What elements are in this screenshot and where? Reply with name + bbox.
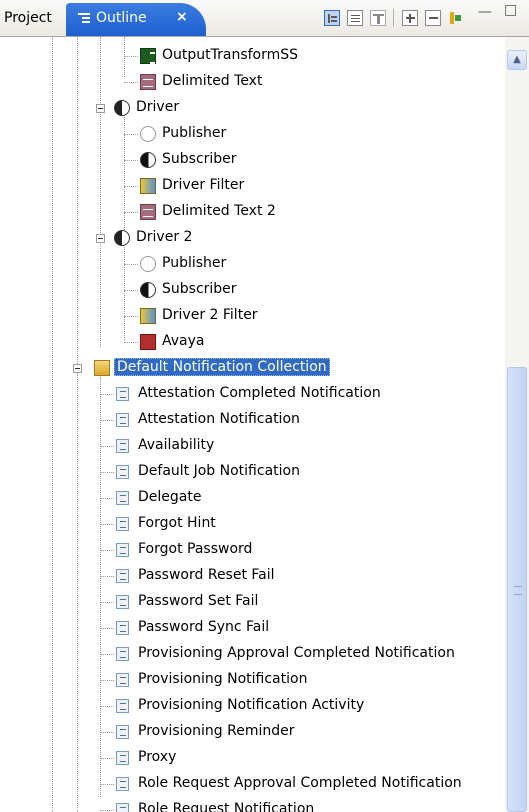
notification-template-icon: [116, 647, 129, 661]
tree-item-notification[interactable]: Password Sync Fail: [0, 615, 505, 641]
tree-item-notification[interactable]: Availability: [0, 433, 505, 459]
notification-template-icon: [116, 569, 129, 583]
tab-outline-label: Outline: [96, 10, 147, 26]
notification-template-icon: [116, 595, 129, 609]
tree-item-notification[interactable]: Provisioning Notification: [0, 667, 505, 693]
publisher-icon: [140, 126, 156, 142]
tree-item-output-transform-ss[interactable]: OutputTransformSS: [0, 43, 505, 69]
tab-outline[interactable]: Outline ×: [66, 3, 206, 36]
tree-item-notification[interactable]: Forgot Hint: [0, 511, 505, 537]
tree-item-driver-filter[interactable]: Driver Filter: [0, 173, 505, 199]
tree-item-notification[interactable]: Password Set Fail: [0, 589, 505, 615]
notification-template-icon: [116, 413, 129, 427]
sync-icon[interactable]: [447, 10, 463, 26]
tree-item-publisher[interactable]: Publisher: [0, 251, 505, 277]
collapse-all-icon[interactable]: [425, 10, 441, 26]
tree-item-notification[interactable]: Provisioning Notification Activity: [0, 693, 505, 719]
notification-template-icon: [116, 465, 129, 479]
grip-icon: [514, 586, 522, 595]
vertical-scrollbar[interactable]: ▲: [505, 37, 529, 812]
filter-icon: [140, 178, 156, 194]
tree-item-driver-2-filter[interactable]: Driver 2 Filter: [0, 303, 505, 329]
tree-item-avaya[interactable]: Avaya: [0, 329, 505, 355]
tree-item-notification[interactable]: Proxy: [0, 745, 505, 771]
stylesheet-icon: [140, 48, 156, 64]
scroll-up-button[interactable]: ▲: [507, 50, 527, 70]
notification-template-icon: [116, 387, 129, 401]
tree-item-notification[interactable]: Provisioning Approval Completed Notifica…: [0, 641, 505, 667]
subscriber-icon: [140, 282, 156, 298]
notification-template-icon: [116, 777, 129, 791]
tree-item-driver-2[interactable]: Driver 2: [0, 225, 505, 251]
notification-template-icon: [116, 725, 129, 739]
view-tab-bar: Project Outline × — □: [0, 0, 529, 37]
tree-item-notification[interactable]: Default Job Notification: [0, 459, 505, 485]
tree-item-notification[interactable]: Delegate: [0, 485, 505, 511]
tree-item-delimited-text[interactable]: Delimited Text: [0, 69, 505, 95]
driver-icon: [114, 230, 130, 246]
close-icon[interactable]: ×: [176, 9, 188, 25]
delimited-text-icon: [140, 74, 156, 90]
subscriber-icon: [140, 152, 156, 168]
tree-item-subscriber[interactable]: Subscriber: [0, 277, 505, 303]
notification-template-icon: [116, 439, 129, 453]
tree-item-notification[interactable]: Role Request Notification: [0, 797, 505, 812]
notification-template-icon: [116, 621, 129, 635]
tree-item-publisher[interactable]: Publisher: [0, 121, 505, 147]
toolbar-separator: [393, 9, 394, 27]
filter-icon: [140, 308, 156, 324]
tree-item-notification[interactable]: Provisioning Reminder: [0, 719, 505, 745]
hierarchy-icon[interactable]: [324, 10, 340, 26]
notification-template-icon: [116, 543, 129, 557]
minimize-icon[interactable]: —: [478, 4, 492, 20]
delimited-text-icon: [140, 204, 156, 220]
filter-icon[interactable]: [370, 10, 386, 26]
notification-template-icon: [116, 673, 129, 687]
tree-item-delimited-text-2[interactable]: Delimited Text 2: [0, 199, 505, 225]
notification-template-icon: [116, 751, 129, 765]
notification-collection-icon: [94, 360, 110, 376]
tree-item-notification[interactable]: Attestation Notification: [0, 407, 505, 433]
expand-all-icon[interactable]: [402, 10, 418, 26]
maximize-icon[interactable]: □: [504, 2, 517, 18]
outline-icon: [78, 11, 90, 27]
tree-item-driver[interactable]: Driver: [0, 95, 505, 121]
avaya-icon: [140, 334, 156, 350]
tree-item-notification[interactable]: Password Reset Fail: [0, 563, 505, 589]
tree-item-default-notification-collection[interactable]: Default Notification Collection: [0, 355, 505, 381]
driver-icon: [114, 100, 130, 116]
collapse-toggle-icon[interactable]: [73, 364, 82, 373]
collapse-toggle-icon[interactable]: [96, 234, 105, 243]
tree-item-notification[interactable]: Role Request Approval Completed Notifica…: [0, 771, 505, 797]
tree-item-notification[interactable]: Forgot Password: [0, 537, 505, 563]
new-view-icon[interactable]: [347, 10, 363, 26]
outline-tree: OutputTransformSS Delimited Text Driver …: [0, 37, 505, 812]
collapse-toggle-icon[interactable]: [96, 104, 105, 113]
publisher-icon: [140, 256, 156, 272]
tree-item-notification[interactable]: Attestation Completed Notification: [0, 381, 505, 407]
notification-template-icon: [116, 491, 129, 505]
scroll-thumb[interactable]: [507, 367, 527, 812]
notification-template-icon: [116, 699, 129, 713]
notification-template-icon: [116, 803, 129, 812]
notification-template-icon: [116, 517, 129, 531]
tree-item-subscriber[interactable]: Subscriber: [0, 147, 505, 173]
tab-project[interactable]: Project: [4, 10, 52, 26]
